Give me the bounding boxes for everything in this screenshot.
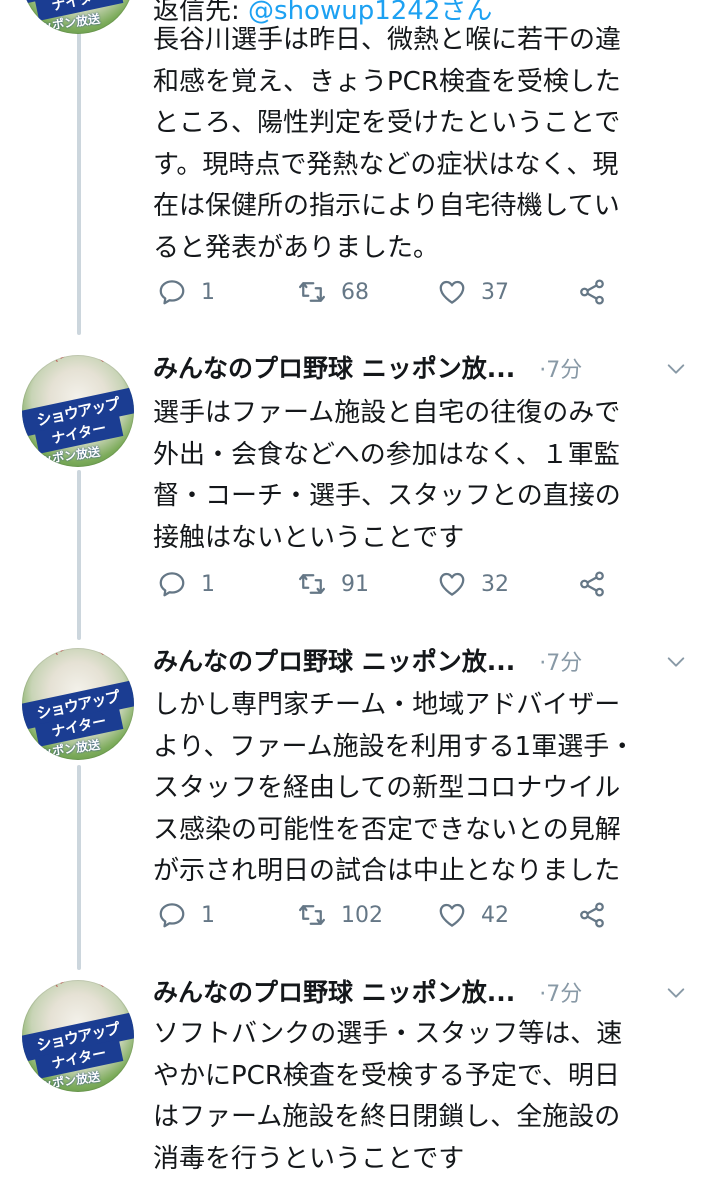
tweet[interactable]: ショウアップ ナイター ニッポン放送 みんなのプロ野球 ニッポン放... ·7分 … <box>0 345 720 635</box>
like-button[interactable]: 42 <box>437 898 509 932</box>
like-icon <box>439 572 465 596</box>
like-icon <box>439 903 465 927</box>
timestamp[interactable]: 7分 <box>546 358 582 383</box>
like-count: 37 <box>481 279 509 305</box>
tweet-text-line: す。現時点で発熱などの症状はなく、現 <box>153 149 619 180</box>
tweet-text-line: ところ、陽性判定を受けたということで <box>153 108 621 138</box>
like-icon <box>439 280 465 304</box>
tweet-actions: 1 102 42 <box>157 898 637 932</box>
retweet-icon <box>299 282 325 302</box>
tweet-actions: 1 68 37 <box>157 275 637 309</box>
tweet-header: みんなのプロ野球 ニッポン放... ·7分 <box>153 643 713 681</box>
reply-icon <box>159 903 185 928</box>
share-button[interactable] <box>577 898 607 932</box>
tweet-text-line: 外出・会食などへの参加はなく、１軍監 <box>153 439 620 470</box>
tweet-text-line: 消毒を行うということです <box>153 1143 465 1174</box>
retweet-button[interactable]: 102 <box>297 898 383 932</box>
retweet-count: 68 <box>341 279 369 305</box>
avatar[interactable]: ショウアップ ナイター ニッポン放送 <box>22 355 134 467</box>
tweet-header: みんなのプロ野球 ニッポン放... ·7分 <box>153 350 713 388</box>
author-name[interactable]: みんなのプロ野球 ニッポン放... <box>153 354 515 383</box>
reply-icon <box>159 572 185 597</box>
tweet-actions: 1 91 32 <box>157 567 637 601</box>
tweet-text-line: やかにPCR検査を受検する予定で、明日 <box>153 1060 620 1091</box>
like-count: 32 <box>481 571 509 597</box>
tweet[interactable]: ショウアップ ナイター ニッポン放送 みんなのプロ野球 ニッポン放... ·7分 … <box>0 640 720 970</box>
tweet-text-line: 選手はファーム施設と自宅の往復のみで <box>153 398 621 428</box>
retweet-count: 91 <box>341 571 369 597</box>
tweet-text-line: ると発表がありました。 <box>153 232 440 263</box>
tweet-text-line: 在は保健所の指示により自宅待機してい <box>153 191 620 221</box>
reply-button[interactable]: 1 <box>157 567 215 601</box>
share-button[interactable] <box>577 567 607 601</box>
chevron-down-icon[interactable] <box>665 358 687 380</box>
avatar[interactable]: ショウアップ ナイター ニッポン放送 <box>22 0 134 34</box>
tweet-text-line: はファーム施設を終日閉鎖し、全施設の <box>153 1102 621 1132</box>
retweet-icon <box>299 905 325 925</box>
chevron-down-icon[interactable] <box>665 982 687 1004</box>
like-button[interactable]: 37 <box>437 275 509 309</box>
tweet-text: ソフトバンクの選手・スタッフ等は、速 やかにPCR検査を受検する予定で、明日 は… <box>153 1014 683 1180</box>
like-count: 42 <box>481 902 509 928</box>
author-name[interactable]: みんなのプロ野球 ニッポン放... <box>153 647 515 676</box>
share-button[interactable] <box>577 275 607 309</box>
tweet-text-line: 和感を覚え、きょうPCR検査を受検した <box>153 66 621 97</box>
tweet-text: 選手はファーム施設と自宅の往復のみで 外出・会食などへの参加はなく、１軍監 督・… <box>153 393 683 559</box>
tweet-text-line: ス感染の可能性を否定できないとの見解 <box>153 814 621 845</box>
share-icon <box>580 279 604 305</box>
tweet-header: みんなのプロ野球 ニッポン放... ·7分 <box>153 974 713 1012</box>
like-button[interactable]: 32 <box>437 567 509 601</box>
reply-button[interactable]: 1 <box>157 898 215 932</box>
avatar[interactable]: ショウアップ ナイター ニッポン放送 <box>22 648 134 760</box>
tweet-text: 長谷川選手は昨日、微熱と喉に若干の違 和感を覚え、きょうPCR検査を受検した と… <box>153 20 683 269</box>
reply-button[interactable]: 1 <box>157 275 215 309</box>
tweet-text-line: ソフトバンクの選手・スタッフ等は、速 <box>153 1019 623 1049</box>
share-icon <box>580 571 604 597</box>
tweet-text-line: 長谷川選手は昨日、微熱と喉に若干の違 <box>153 25 622 55</box>
tweet-text-line: が示され明日の試合は中止となりました <box>153 856 621 886</box>
reply-count: 1 <box>201 279 215 305</box>
tweet[interactable]: ショウアップ ナイター ニッポン放送 みんなのプロ野球 ニッポン放... ·7分 … <box>0 972 720 1185</box>
chevron-down-icon[interactable] <box>665 651 687 673</box>
tweet-text-line: しかし専門家チーム・地域アドバイザー <box>153 690 621 720</box>
tweet-text-line: 接触はないということです <box>153 522 465 553</box>
tweet-text-line: 督・コーチ・選手、スタッフとの直接の <box>153 481 621 511</box>
retweet-count: 102 <box>341 902 383 928</box>
tweet-text: しかし専門家チーム・地域アドバイザー より、ファーム施設を利用する1軍選手・ ス… <box>153 685 683 893</box>
tweet[interactable]: ショウアップ ナイター ニッポン放送 返信先: @showup1242さん 長谷… <box>0 0 720 340</box>
reply-icon <box>159 280 185 305</box>
tweet-text-line: スタッフを経由しての新型コロナウイル <box>153 773 621 803</box>
timestamp[interactable]: 7分 <box>546 982 582 1007</box>
share-icon <box>580 902 604 928</box>
reply-count: 1 <box>201 571 215 597</box>
retweet-icon <box>299 574 325 594</box>
retweet-button[interactable]: 68 <box>297 275 369 309</box>
author-name[interactable]: みんなのプロ野球 ニッポン放... <box>153 978 515 1007</box>
reply-count: 1 <box>201 902 215 928</box>
retweet-button[interactable]: 91 <box>297 567 369 601</box>
avatar[interactable]: ショウアップ ナイター ニッポン放送 <box>22 980 134 1092</box>
tweet-text-line: より、ファーム施設を利用する1軍選手・ <box>153 731 636 762</box>
timestamp[interactable]: 7分 <box>546 651 582 676</box>
